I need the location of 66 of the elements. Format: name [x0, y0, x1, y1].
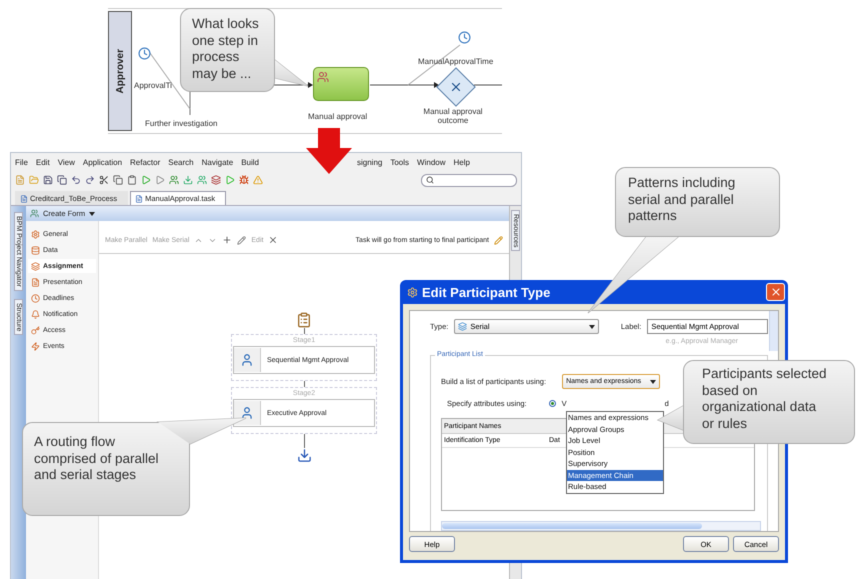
toolbar-icon[interactable]: [85, 175, 95, 185]
dialog-title: Edit Participant Type: [422, 284, 550, 300]
file-icon: [135, 194, 144, 202]
menu-item[interactable]: Edit: [36, 158, 50, 166]
menu-item[interactable]: View: [58, 158, 75, 166]
toolbar-icon[interactable]: [99, 175, 109, 185]
menu-item[interactable]: Navigate: [202, 158, 234, 166]
radio-button[interactable]: [548, 400, 556, 407]
menu-item[interactable]: Refactor: [130, 158, 160, 166]
lane-label: Approver: [114, 48, 126, 94]
nav-icon: [31, 278, 40, 286]
timer-label: ApprovalTi: [134, 81, 172, 90]
sequence-line: [474, 84, 502, 86]
toolbar-icon[interactable]: [211, 175, 221, 185]
toolbar-icon[interactable]: [57, 175, 67, 185]
people-icon: [30, 209, 39, 218]
menu-item[interactable]: File: [15, 158, 28, 166]
down-arrow: [306, 128, 352, 174]
menu-item[interactable]: Help: [454, 158, 470, 166]
scrollbar[interactable]: [441, 521, 761, 531]
sequence-line: [370, 82, 439, 88]
nav-icon: [31, 326, 40, 334]
nav-icon: [31, 310, 40, 318]
end-icon: [296, 448, 312, 463]
people-icon: [317, 71, 329, 83]
menu-item[interactable]: Window: [417, 158, 446, 166]
pencil-icon[interactable]: [494, 236, 503, 244]
start-icon: [296, 312, 312, 328]
timer-icon: [138, 47, 151, 60]
toolbar-icon[interactable]: [127, 175, 137, 185]
toolbar-icon[interactable]: [71, 175, 81, 185]
nav-icon: [31, 246, 40, 254]
toolbar-icon[interactable]: [113, 175, 123, 185]
person-icon: [240, 406, 254, 420]
path-label: Further investigation: [145, 119, 218, 128]
delete-icon[interactable]: [268, 235, 278, 245]
timer-label: ManualApprovalTime: [418, 57, 494, 66]
menu-item[interactable]: Application: [82, 158, 122, 166]
cross-icon: [449, 80, 463, 94]
file-icon: [20, 194, 28, 202]
menu-item[interactable]: Build: [241, 158, 259, 166]
menu-item[interactable]: Search: [168, 158, 194, 166]
callout-text: What looks one step in process may be ...: [192, 16, 260, 82]
close-icon: [770, 286, 782, 298]
timer-icon: [458, 31, 471, 44]
task-label: Manual approval: [308, 112, 368, 121]
search-field[interactable]: [421, 174, 517, 186]
nav-icon: [31, 262, 40, 270]
app-icon: [407, 286, 418, 298]
nav-icon: [31, 230, 40, 238]
edit-icon[interactable]: [237, 236, 246, 244]
callout-text: A routing flow comprised of parallel and serial stages: [34, 434, 160, 484]
menu-item[interactable]: signing: [357, 158, 382, 166]
person-icon: [240, 353, 254, 367]
add-icon[interactable]: [222, 235, 232, 245]
close-button[interactable]: [766, 283, 785, 301]
caret-icon: [89, 212, 96, 216]
gateway-label: Manual approval outcome: [422, 107, 484, 125]
toolbar-icon[interactable]: [43, 175, 53, 185]
scrollbar[interactable]: [769, 311, 778, 351]
menu-item[interactable]: Tools: [390, 158, 410, 166]
nav-icon: [31, 294, 40, 302]
nav-icon: [31, 342, 40, 350]
callout-text: Participants selected based on organizational data or rules: [702, 366, 828, 432]
search-icon: [426, 176, 434, 184]
callout-text: Patterns including serial and parallel patterns: [628, 175, 736, 224]
